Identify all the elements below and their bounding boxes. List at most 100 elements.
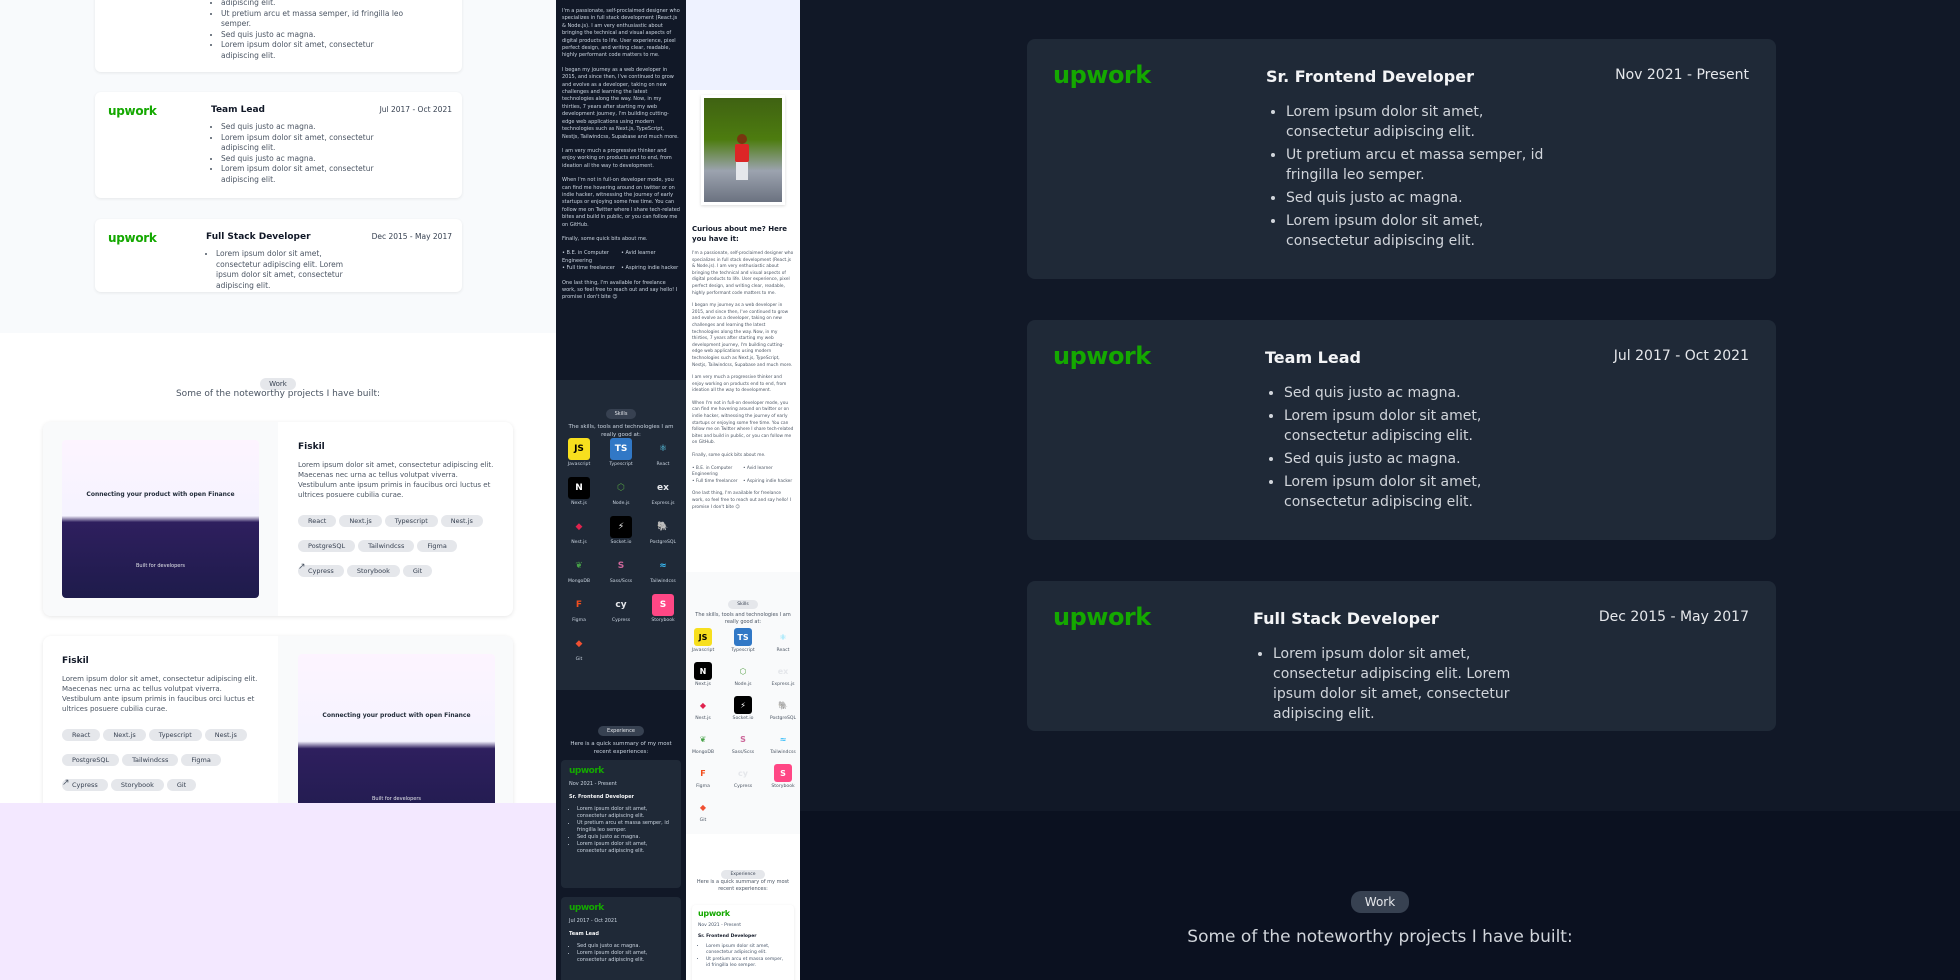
bullet: Lorem ipsum dolor sit amet, consectetur …	[221, 133, 411, 154]
skill-label: PostgreSQL	[769, 716, 797, 721]
skill-icon: ≈	[779, 734, 787, 744]
bullet: Sed quis justo ac magna.	[221, 122, 411, 133]
job-date: Jul 2017 - Oct 2021	[569, 918, 618, 924]
skill-label: MongoDB	[567, 579, 591, 584]
tag: Git	[402, 565, 433, 577]
experience-card: upwork Nov 2021 - Present Sr. Frontend D…	[561, 760, 681, 888]
skill-label: React	[776, 648, 790, 653]
skill-icon: ◆	[699, 700, 707, 710]
bullet: Lorem ipsum dolor sit amet, consectetur …	[706, 944, 788, 957]
tag: PostgreSQL	[298, 540, 356, 552]
skill-icon: S	[617, 561, 625, 571]
tag: Git	[166, 779, 197, 791]
skill-javascript: JS Javascript	[563, 438, 595, 467]
skill-icon: ⬡	[739, 666, 747, 676]
skill-label: Express.js	[651, 501, 675, 506]
job-bullets: Lorem ipsum dolor sit amet, consectetur …	[1266, 102, 1566, 254]
job-date: Dec 2015 - May 2017	[1598, 609, 1749, 625]
job-date: Nov 2021 - Present	[1615, 67, 1749, 83]
tag: Figma	[181, 754, 221, 766]
skills-subtitle: The skills, tools and technologies I am …	[695, 612, 791, 625]
skill-label: Nest.js	[571, 540, 587, 545]
experience-section: Experience Here is a quick summary of my…	[556, 690, 686, 980]
bullet: Lorem ipsum dolor sit amet, consectetur …	[577, 841, 673, 855]
work-badge: Work	[1350, 891, 1410, 913]
bit: • Aspiring indie hacker	[621, 265, 679, 272]
about-paragraph: When I'm not in full-on developer mode, …	[562, 177, 680, 228]
skill-icon: F	[700, 768, 706, 778]
skill-git: ◆ Git	[563, 633, 595, 662]
skill-label: Tailwindcss	[650, 579, 676, 584]
skill-label: Javascript	[691, 648, 715, 653]
skills-badge: Skills	[605, 409, 637, 419]
skill-sass-scss: S Sass/Scss	[605, 555, 637, 584]
external-link-icon[interactable]: ↗	[62, 778, 70, 788]
skill-icon: cy	[738, 768, 748, 778]
screenshot-hero: Connecting your product with open Financ…	[322, 712, 471, 720]
screenshot-sub: Built for developers	[371, 795, 422, 802]
bullet: Ut pretium arcu et massa semper, id frin…	[706, 957, 788, 970]
job-bullets: Lorem ipsum dolor sit amet, consectetur …	[698, 944, 788, 970]
skill-sass-scss: S Sass/Scss	[727, 730, 759, 756]
tag: Typescript	[384, 515, 438, 527]
about-title: Curious about me? Here you have it:	[692, 225, 788, 243]
tag: Storybook	[346, 565, 400, 577]
work-badge-wrap: Work	[800, 891, 1960, 913]
bullet: Sed quis justo ac magna.	[577, 834, 673, 841]
skill-label: PostgreSQL	[649, 540, 677, 545]
skill-label: Storybook	[771, 784, 795, 789]
skill-tailwindcss: ≈ Tailwindcss	[647, 555, 679, 584]
skill-icon: N	[694, 662, 712, 680]
experience-card-2: upwork Team Lead Jul 2017 - Oct 2021 Sed…	[1027, 320, 1776, 540]
job-role: Full Stack Developer	[1253, 609, 1439, 628]
bullet: Lorem ipsum dolor sit amet, consectetur …	[577, 950, 673, 964]
light-mobile-preview: Curious about me? Here you have it: I'm …	[686, 0, 800, 980]
work-subtitle: Some of the noteworthy projects I have b…	[1187, 927, 1573, 947]
bullet: Sed quis justo ac magna.	[1284, 449, 1564, 469]
skill-label: Sass/Scss	[731, 750, 755, 755]
skill-icon: 🐘	[778, 700, 788, 710]
bullet: Sed quis justo ac magna.	[577, 943, 673, 950]
work-section: Work Some of the noteworthy projects I h…	[800, 811, 1960, 980]
job-role: Sr. Frontend Developer	[569, 794, 634, 800]
tag: Next.js	[103, 729, 146, 741]
skill-socket-io: ⚡ Socket.io	[727, 696, 759, 721]
skill-mongodb: ❦ MongoDB	[687, 730, 719, 756]
skill-icon: ◆	[575, 522, 583, 532]
skill-icon: ≈	[659, 561, 667, 571]
skill-node-js: ⬡ Node.js	[727, 662, 759, 688]
experience-card-3: upwork Full Stack Developer Dec 2015 - M…	[1027, 581, 1776, 731]
project-card-1: Connecting your product with open Financ…	[43, 422, 513, 616]
bullet: Sed quis justo ac magna.	[221, 30, 411, 41]
experience-card: upwork Nov 2021 - Present Sr. Frontend D…	[692, 905, 794, 980]
bullet: Lorem ipsum dolor sit amet, consectetur …	[577, 806, 673, 820]
skill-label: Cypress	[733, 784, 753, 789]
job-date: Dec 2015 - May 2017	[371, 232, 452, 241]
about-paragraph: I'm a passionate, self-proclaimed design…	[692, 251, 794, 296]
skill-mongodb: ❦ MongoDB	[563, 555, 595, 584]
skill-label: Figma	[696, 784, 710, 789]
photo-head	[737, 134, 747, 144]
skill-label: Cypress	[611, 618, 631, 623]
job-role: Sr. Frontend Developer	[698, 934, 757, 939]
skill-next-js: N Next.js	[687, 662, 719, 687]
bullet: Ut pretium arcu et massa semper, id frin…	[1286, 145, 1566, 185]
tag: Nest.js	[204, 729, 247, 741]
external-link-icon[interactable]: ↗	[298, 562, 306, 572]
skill-label: Next.js	[695, 682, 711, 687]
project-title: Fiskil	[298, 442, 325, 452]
skill-nest-js: ◆ Nest.js	[563, 516, 595, 545]
about-paragraph: I am very much a progressive thinker and…	[562, 147, 672, 169]
profile-photo-frame	[701, 95, 785, 205]
upwork-logo: upwork	[1053, 603, 1151, 631]
tag: React	[298, 515, 337, 527]
skill-icon: S	[652, 594, 674, 616]
skill-typescript: TS Typescript	[727, 628, 759, 653]
skill-icon: JS	[568, 438, 590, 460]
bullet: Lorem ipsum dolor sit amet, consectetur …	[1286, 211, 1566, 251]
skill-label: React	[656, 462, 670, 467]
skill-express-js: ex Express.js	[767, 662, 799, 688]
skill-tailwindcss: ≈ Tailwindcss	[767, 730, 799, 756]
upwork-logo: upwork	[108, 104, 157, 118]
skill-icon: ⚡	[610, 516, 632, 538]
